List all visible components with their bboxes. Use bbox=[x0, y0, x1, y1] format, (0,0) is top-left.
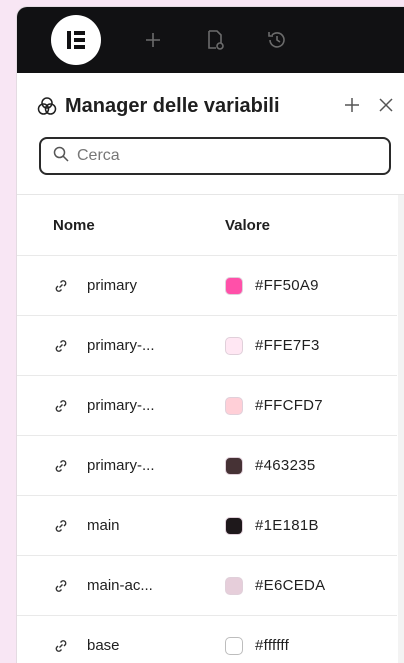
link-icon bbox=[53, 338, 69, 354]
link-icon bbox=[53, 518, 69, 534]
panel-header: Manager delle variabili bbox=[17, 73, 404, 139]
variable-name: primary-... bbox=[87, 397, 155, 414]
search-input[interactable] bbox=[75, 146, 369, 166]
variable-value: #FFE7F3 bbox=[255, 337, 320, 354]
table-header: Nome Valore bbox=[17, 195, 397, 256]
add-variable-icon[interactable] bbox=[342, 95, 364, 117]
link-icon bbox=[53, 458, 69, 474]
variables-manager-panel: Manager delle variabili Nome Valore prim… bbox=[17, 7, 404, 663]
table-row[interactable]: primary #FF50A9 bbox=[17, 256, 397, 316]
variable-name: main bbox=[87, 517, 120, 534]
variables-table: Nome Valore primary #FF50A9 primary-... #FF… bbox=[17, 195, 397, 663]
scrollbar[interactable] bbox=[398, 195, 404, 663]
close-icon[interactable] bbox=[376, 95, 398, 117]
variable-value: #463235 bbox=[255, 457, 316, 474]
variable-name: primary-... bbox=[87, 337, 155, 354]
color-swatch[interactable] bbox=[225, 276, 243, 295]
variable-value: #ffffff bbox=[255, 637, 290, 654]
color-swatch[interactable] bbox=[225, 396, 243, 415]
table-row[interactable]: primary-... #FFCFD7 bbox=[17, 376, 397, 436]
search-box[interactable] bbox=[39, 137, 391, 175]
variable-name: main-ac... bbox=[87, 577, 153, 594]
link-icon bbox=[53, 278, 69, 294]
color-swatch[interactable] bbox=[225, 516, 243, 535]
color-swatch[interactable] bbox=[225, 336, 243, 355]
variable-value: #FFCFD7 bbox=[255, 397, 323, 414]
top-toolbar bbox=[17, 7, 404, 73]
link-icon bbox=[53, 578, 69, 594]
color-swatch[interactable] bbox=[225, 636, 243, 655]
table-row[interactable]: main #1E181B bbox=[17, 496, 397, 556]
elementor-logo-icon[interactable] bbox=[51, 15, 101, 65]
color-swatch[interactable] bbox=[225, 576, 243, 595]
column-header-value: Valore bbox=[225, 216, 271, 234]
variable-name: primary bbox=[87, 277, 138, 294]
add-icon[interactable] bbox=[133, 20, 173, 60]
variable-value: #FF50A9 bbox=[255, 277, 319, 294]
table-row[interactable]: primary-... #FFE7F3 bbox=[17, 316, 397, 376]
color-swatch[interactable] bbox=[225, 456, 243, 475]
panel-title: Manager delle variabili bbox=[65, 94, 280, 117]
search-icon bbox=[53, 146, 69, 167]
variable-value: #E6CEDA bbox=[255, 577, 326, 594]
column-header-name: Nome bbox=[53, 216, 95, 234]
link-icon bbox=[53, 398, 69, 414]
table-row[interactable]: main-ac... #E6CEDA bbox=[17, 556, 397, 616]
variable-value: #1E181B bbox=[255, 517, 319, 534]
page-settings-icon[interactable] bbox=[195, 20, 235, 60]
color-filter-icon bbox=[37, 95, 59, 117]
variable-name: base bbox=[87, 637, 120, 654]
link-icon bbox=[53, 638, 69, 654]
table-row[interactable]: primary-... #463235 bbox=[17, 436, 397, 496]
history-icon[interactable] bbox=[257, 20, 297, 60]
table-row[interactable]: base #ffffff bbox=[17, 616, 397, 663]
variable-name: primary-... bbox=[87, 457, 155, 474]
